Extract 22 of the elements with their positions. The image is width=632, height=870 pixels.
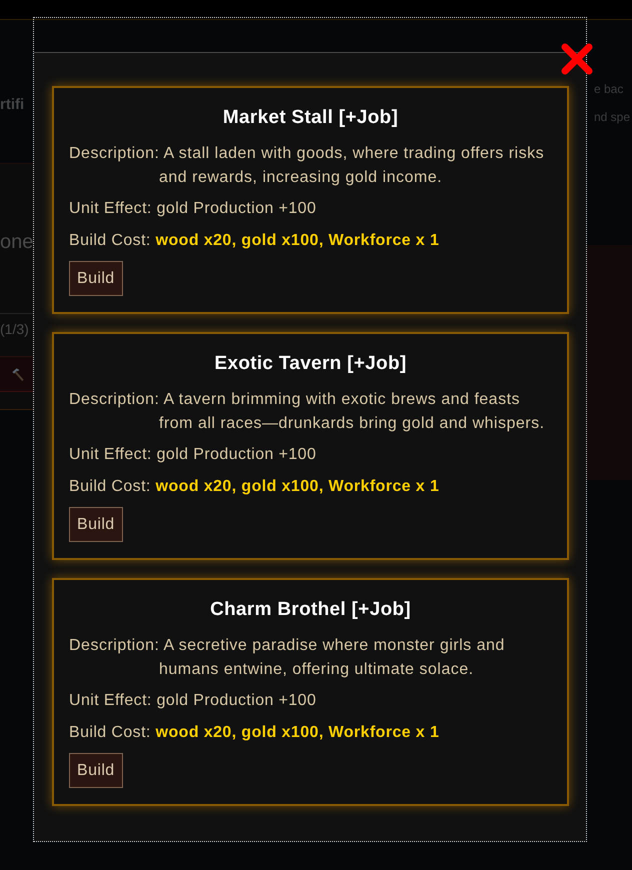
hammer-icon — [10, 366, 25, 382]
text-fragment: e bac — [594, 81, 624, 98]
building-title: Charm Brothel [+Job] — [209, 598, 412, 622]
cost-text: Build Cost: wood x20, gold x100, Workforce x 1 — [69, 723, 440, 743]
description-text: Description: A secretive paradise where monster girls and humans entwine, offering ultimate solace. — [69, 636, 506, 680]
text-fragment: nd spe — [594, 109, 630, 126]
effect-text: Unit Effect: gold Production +100 — [69, 691, 316, 711]
value-fragment: one — [0, 230, 34, 255]
counter-fragment: (1/3) — [0, 320, 29, 339]
description-text: Description: A tavern brimming with exotic brews and feasts from all races—drunkards bring gold and whispers. — [69, 390, 546, 434]
cost-text: Build Cost: wood x20, gold x100, Workforce x 1 — [69, 477, 440, 497]
effect-text: Unit Effect: gold Production +100 — [69, 199, 316, 219]
cost-text: Build Cost: wood x20, gold x100, Workforce x 1 — [69, 231, 440, 251]
build-button[interactable]: Build — [69, 753, 123, 788]
heading-fragment: rtifi — [0, 95, 24, 115]
description-text: Description: A stall laden with goods, where trading offers risks and rewards, increasing gold income. — [69, 144, 546, 188]
build-button[interactable]: Build — [69, 507, 123, 542]
build-button[interactable]: Build — [69, 261, 123, 296]
building-title: Exotic Tavern [+Job] — [213, 352, 408, 376]
building-title: Market Stall [+Job] — [222, 106, 400, 130]
close-icon[interactable] — [560, 42, 594, 76]
effect-text: Unit Effect: gold Production +100 — [69, 445, 316, 465]
